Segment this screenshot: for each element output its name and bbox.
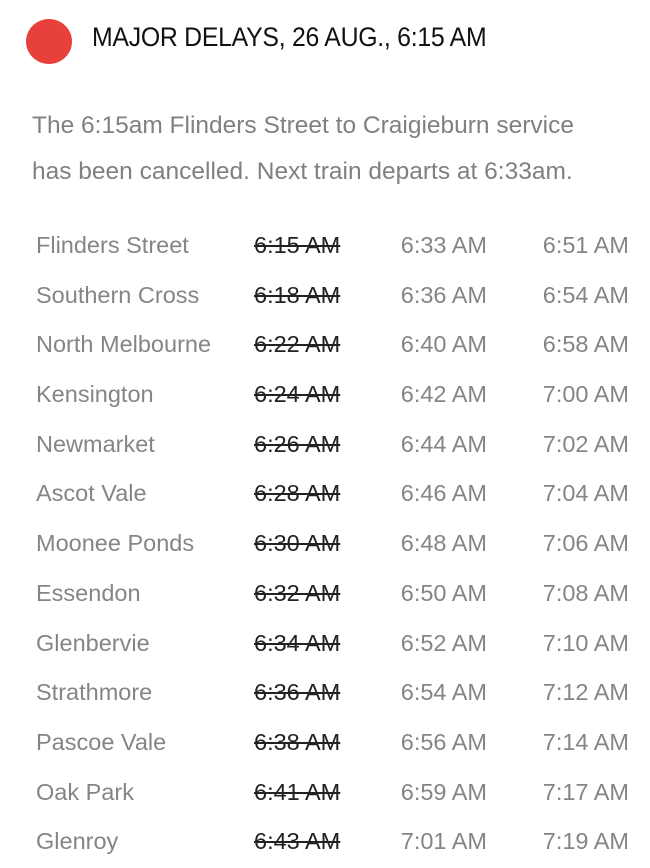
cancelled-time: 6:24 AM	[254, 381, 341, 408]
station-name: Oak Park	[36, 778, 134, 805]
station-name: North Melbourne	[36, 331, 212, 358]
later-time: 7:08 AM	[542, 579, 629, 606]
later-time: 7:19 AM	[542, 828, 629, 855]
station-name: Ascot Vale	[36, 480, 147, 507]
table-row: Ascot Vale 6:28 AM 6:46 AM 7:04 AM	[0, 470, 650, 520]
cancelled-time: 6:26 AM	[254, 430, 341, 457]
timetable: Flinders Street 6:15 AM 6:33 AM 6:51 AM Sout…	[0, 222, 650, 868]
cancelled-time: 6:43 AM	[254, 828, 341, 855]
next-time: 6:56 AM	[400, 728, 487, 755]
station-name: Kensington	[36, 381, 154, 408]
later-time: 7:06 AM	[542, 530, 629, 557]
later-time: 7:12 AM	[542, 679, 629, 706]
cancelled-time: 6:18 AM	[254, 281, 341, 308]
later-time: 6:54 AM	[542, 281, 629, 308]
cancelled-time: 6:32 AM	[254, 579, 341, 606]
table-row: Pascoe Vale 6:38 AM 6:56 AM 7:14 AM	[0, 719, 650, 769]
table-row: Newmarket 6:26 AM 6:44 AM 7:02 AM	[0, 421, 650, 471]
later-time: 7:10 AM	[542, 629, 629, 656]
table-row: North Melbourne 6:22 AM 6:40 AM 6:58 AM	[0, 321, 650, 371]
station-name: Strathmore	[36, 679, 153, 706]
next-time: 6:44 AM	[400, 430, 487, 457]
table-row: Flinders Street 6:15 AM 6:33 AM 6:51 AM	[0, 222, 650, 272]
table-row: Strathmore 6:36 AM 6:54 AM 7:12 AM	[0, 669, 650, 719]
later-time: 6:51 AM	[542, 232, 629, 258]
next-time: 6:40 AM	[400, 331, 487, 358]
station-name: Newmarket	[36, 430, 155, 457]
next-time: 6:33 AM	[400, 232, 487, 258]
cancelled-time: 6:38 AM	[254, 728, 341, 755]
cancelled-time: 6:22 AM	[254, 331, 341, 358]
table-row: Oak Park 6:41 AM 6:59 AM 7:17 AM	[0, 769, 650, 819]
later-time: 7:17 AM	[542, 778, 629, 805]
station-name: Glenroy	[36, 828, 119, 855]
cancelled-time: 6:34 AM	[254, 629, 341, 656]
table-row: Glenroy 6:43 AM 7:01 AM 7:19 AM	[0, 818, 650, 868]
station-name: Moonee Ponds	[36, 530, 195, 557]
cancelled-time: 6:28 AM	[254, 480, 341, 507]
next-time: 6:52 AM	[400, 629, 487, 656]
cancelled-time: 6:41 AM	[254, 778, 341, 805]
table-row: Kensington 6:24 AM 6:42 AM 7:00 AM	[0, 371, 650, 421]
station-name: Flinders Street	[36, 232, 189, 258]
table-row: Moonee Ponds 6:30 AM 6:48 AM 7:06 AM	[0, 520, 650, 570]
next-time: 6:59 AM	[400, 778, 487, 805]
next-time: 6:54 AM	[400, 679, 487, 706]
station-name: Glenbervie	[36, 629, 150, 656]
next-time: 6:42 AM	[400, 381, 487, 408]
later-time: 7:02 AM	[542, 430, 629, 457]
station-name: Southern Cross	[36, 281, 200, 308]
next-time: 6:46 AM	[400, 480, 487, 507]
cancelled-time: 6:30 AM	[254, 530, 341, 557]
cancelled-time: 6:15 AM	[254, 232, 341, 258]
station-name: Essendon	[36, 579, 141, 606]
later-time: 7:00 AM	[542, 381, 629, 408]
later-time: 6:58 AM	[542, 331, 629, 358]
next-time: 6:50 AM	[400, 579, 487, 606]
later-time: 7:04 AM	[542, 480, 629, 507]
alert-message: The 6:15am Flinders Street to Craigiebur…	[32, 103, 647, 195]
table-row: Southern Cross 6:18 AM 6:36 AM 6:54 AM	[0, 272, 650, 322]
status-indicator-icon	[26, 19, 72, 64]
alert-message-line: has been cancelled. Next train departs a…	[32, 158, 573, 185]
next-time: 6:48 AM	[400, 530, 487, 557]
next-time: 7:01 AM	[400, 828, 487, 855]
cancelled-time: 6:36 AM	[254, 679, 341, 706]
next-time: 6:36 AM	[400, 281, 487, 308]
table-row: Glenbervie 6:34 AM 6:52 AM 7:10 AM	[0, 620, 650, 670]
alert-title: MAJOR DELAYS, 26 AUG., 6:15 AM	[92, 22, 487, 52]
table-row: Essendon 6:32 AM 6:50 AM 7:08 AM	[0, 570, 650, 620]
later-time: 7:14 AM	[542, 728, 629, 755]
alert-message-line: The 6:15am Flinders Street to Craigiebur…	[32, 112, 574, 139]
station-name: Pascoe Vale	[36, 728, 167, 755]
